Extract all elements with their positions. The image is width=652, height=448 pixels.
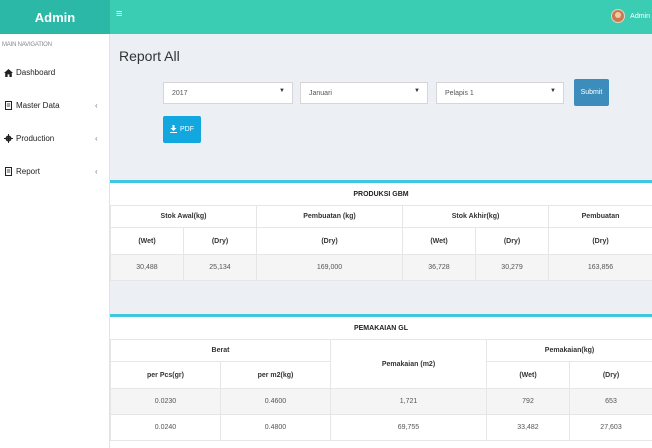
gear-icon	[3, 134, 13, 143]
sidebar-item-label: Production	[16, 134, 55, 143]
submit-button-label: Submit	[580, 89, 603, 96]
table-cell: 0.0230	[110, 388, 221, 415]
column-header: Pembuatan (kg)	[256, 205, 403, 228]
pelapis-select-value: Pelapis 1	[445, 89, 474, 97]
produksi-gbm-panel: PRODUKSI GBM Stok Awal(kg) Pembuatan (kg…	[110, 180, 652, 281]
caret-down-icon: ▼	[414, 88, 420, 94]
column-header: Stok Akhir(kg)	[401, 205, 550, 228]
file-icon	[3, 167, 13, 176]
table-cell: 27,603	[568, 414, 652, 441]
chevron-left-icon: ‹	[95, 134, 98, 143]
panel-title: PEMAKAIAN GL	[353, 324, 409, 332]
sidebar-item-production[interactable]: Production ‹	[0, 122, 109, 155]
column-header: Stok Awal(kg)	[110, 205, 257, 228]
column-header: Pemakaian(kg)	[485, 339, 652, 362]
pdf-button-label: PDF	[180, 126, 194, 133]
subheader-cell: (Dry)	[568, 361, 652, 389]
table-row: 30,488 25,134 169,000 36,728 30,279 163,…	[110, 254, 652, 281]
table-cell: 792	[486, 388, 570, 415]
table-cell: 653	[568, 388, 652, 415]
subheader-cell: (Wet)	[402, 227, 476, 255]
sidebar-item-report[interactable]: Report ‹	[0, 155, 109, 188]
pemakaian-gl-panel: PEMAKAIAN GL Berat Pemakaian (m2) Pemaka…	[110, 314, 652, 448]
pdf-button[interactable]: PDF	[163, 116, 201, 143]
table-cell: 1,721	[330, 388, 487, 415]
subheader-cell: (Dry)	[183, 227, 257, 255]
chevron-left-icon: ‹	[95, 167, 98, 176]
table-cell: 169,000	[256, 254, 403, 281]
table-cell: 0.4600	[220, 388, 331, 415]
pemakaian-gl-table: Berat Pemakaian (m2) Pemakaian(kg) per P…	[110, 339, 652, 441]
page-title: Report All	[119, 48, 180, 64]
top-navbar: ≡ Admin	[110, 0, 652, 34]
pelapis-select[interactable]: Pelapis 1 ▼	[436, 82, 564, 104]
avatar	[611, 9, 626, 23]
app-logo[interactable]: Admin	[0, 0, 110, 34]
panel-title: PRODUKSI GBM	[353, 190, 409, 198]
column-header: Berat	[110, 339, 331, 362]
table-cell: 36,728	[402, 254, 476, 281]
table-row: 0.0240 0.4800 69,755 33,482 27,603	[110, 414, 652, 441]
table-row: 0.0230 0.4600 1,721 792 653	[110, 388, 652, 415]
submit-button[interactable]: Submit	[574, 79, 609, 106]
download-icon	[170, 124, 177, 135]
month-select-value: Januari	[309, 89, 332, 97]
table-cell: 33,482	[486, 414, 570, 441]
table-cell: 0.4800	[220, 414, 331, 441]
sidebar-item-master-data[interactable]: Master Data ‹	[0, 89, 109, 122]
user-name: Admin	[630, 12, 650, 20]
table-cell: 25,134	[183, 254, 257, 281]
table-cell: 0.0240	[110, 414, 221, 441]
subheader-cell: (Dry)	[474, 227, 550, 255]
sidebar-item-label: Master Data	[16, 101, 60, 110]
brand-name: Admin	[34, 9, 76, 25]
year-select-value: 2017	[172, 89, 188, 97]
sidebar-item-label: Dashboard	[16, 68, 56, 77]
table-cell: 30,279	[474, 254, 550, 281]
subheader-cell: (Dry)	[548, 227, 652, 255]
user-menu[interactable]: Admin	[611, 9, 650, 23]
subheader-cell: (Wet)	[486, 361, 570, 389]
subheader-cell: (Dry)	[256, 227, 403, 255]
main-content: Report All 2017 ▼ Januari ▼ Pelapis 1 ▼ …	[110, 34, 652, 448]
subheader-cell: per Pcs(gr)	[110, 361, 221, 389]
month-select[interactable]: Januari ▼	[300, 82, 428, 104]
table-cell: 163,856	[548, 254, 652, 281]
chevron-left-icon: ‹	[95, 101, 98, 110]
column-header: Pembuatan	[548, 205, 652, 228]
file-icon	[3, 101, 13, 110]
subheader-cell: per m2(kg)	[220, 361, 331, 389]
table-cell: 69,755	[330, 414, 487, 441]
table-cell: 30,488	[110, 254, 184, 281]
sidebar-item-label: Report	[16, 167, 41, 176]
produksi-gbm-table: Stok Awal(kg) Pembuatan (kg) Stok Akhir(…	[110, 205, 652, 281]
dashboard-icon	[3, 68, 13, 77]
nav-header: MAIN NAVIGATION	[2, 42, 52, 48]
column-header: Pemakaian (m2)	[330, 339, 487, 389]
caret-down-icon: ▼	[279, 88, 285, 94]
sidebar-item-dashboard[interactable]: Dashboard	[0, 56, 109, 89]
year-select[interactable]: 2017 ▼	[163, 82, 293, 104]
hamburger-menu-icon[interactable]: ≡	[116, 8, 122, 20]
subheader-cell: (Wet)	[110, 227, 184, 255]
caret-down-icon: ▼	[550, 88, 556, 94]
sidebar: MAIN NAVIGATION Dashboard Master Data ‹ …	[0, 34, 110, 448]
